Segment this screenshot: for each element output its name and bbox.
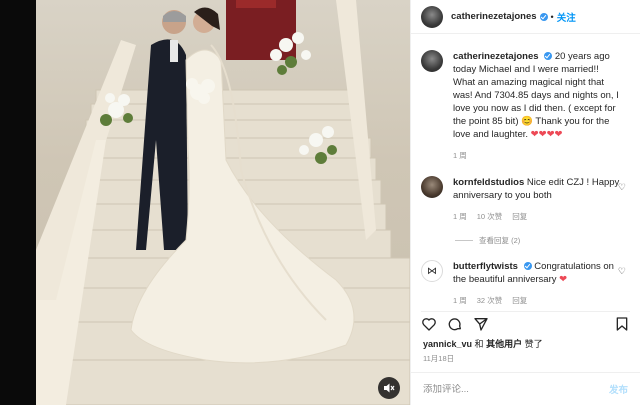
comment-username[interactable]: kornfeldstudios [453, 177, 524, 188]
comment-composer: 发布 [411, 372, 640, 405]
comment-time[interactable]: 1 周 [453, 210, 467, 223]
caption: catherinezetajones 20 years ago today Mi… [421, 50, 632, 162]
view-replies-label: 查看回复 (2) [479, 236, 521, 245]
post-date[interactable]: 11月18日 [423, 353, 454, 364]
caption-text: 20 years ago today Michael and I were ma… [453, 51, 619, 140]
verified-badge-icon [544, 52, 553, 61]
reply-button[interactable]: 回复 [512, 210, 527, 223]
comment-item: ⋈ butterflytwists Congratulations on the… [421, 260, 632, 307]
post-comment-button[interactable]: 发布 [609, 382, 628, 396]
caption-time[interactable]: 1 周 [453, 149, 467, 162]
wedding-photo [36, 0, 410, 405]
comment-like-icon[interactable]: ♡ [618, 266, 626, 277]
share-icon[interactable] [473, 316, 489, 337]
heart-icon[interactable] [421, 316, 437, 337]
liker-username[interactable]: yannick_vu [423, 339, 472, 349]
view-replies[interactable]: 查看回复 (2) [455, 235, 632, 246]
likes-others-link[interactable]: 其他用户 [486, 339, 522, 349]
comment-time[interactable]: 1 周 [453, 294, 467, 307]
action-bar [421, 311, 630, 335]
caption-username[interactable]: catherinezetajones [453, 51, 539, 62]
caption-avatar[interactable] [421, 50, 443, 72]
comment-username[interactable]: butterflytwists [453, 261, 518, 272]
replies-divider [455, 240, 473, 241]
likes-suffix: 赞了 [524, 339, 543, 349]
comments-list: catherinezetajones 20 years ago today Mi… [421, 50, 632, 307]
mute-button[interactable] [378, 377, 400, 399]
mute-icon [384, 383, 395, 393]
follow-button[interactable]: 关注 [557, 10, 576, 24]
verified-badge-icon [539, 12, 548, 21]
header-separator: • [550, 11, 554, 22]
comment-likes[interactable]: 10 次赞 [477, 210, 502, 223]
bookmark-icon[interactable] [614, 316, 630, 337]
media-backdrop [0, 0, 36, 405]
comment-input[interactable] [423, 383, 609, 395]
comment-heart: ❤ [559, 274, 568, 285]
comment-like-icon[interactable]: ♡ [618, 182, 626, 193]
author-avatar[interactable] [421, 5, 443, 28]
comment-avatar[interactable] [421, 176, 443, 198]
post-sidebar: catherinezetajones • 关注 catherinezetajon… [410, 0, 640, 405]
post-header: catherinezetajones • 关注 [411, 0, 640, 34]
likes-conjunction: 和 [474, 339, 484, 349]
likes-summary: yannick_vu 和 其他用户 赞了 [423, 337, 543, 350]
comment-likes[interactable]: 32 次赞 [477, 294, 502, 307]
verified-badge-icon [523, 262, 532, 271]
post-photo[interactable] [36, 0, 410, 405]
caption-hearts: ❤❤❤❤ [530, 129, 563, 140]
comment-item: kornfeldstudios Nice edit CZJ ! Happy an… [421, 176, 632, 223]
comment-icon[interactable] [447, 316, 463, 337]
reply-button[interactable]: 回复 [512, 294, 527, 307]
author-username[interactable]: catherinezetajones [451, 11, 537, 22]
comment-avatar[interactable]: ⋈ [421, 260, 443, 282]
